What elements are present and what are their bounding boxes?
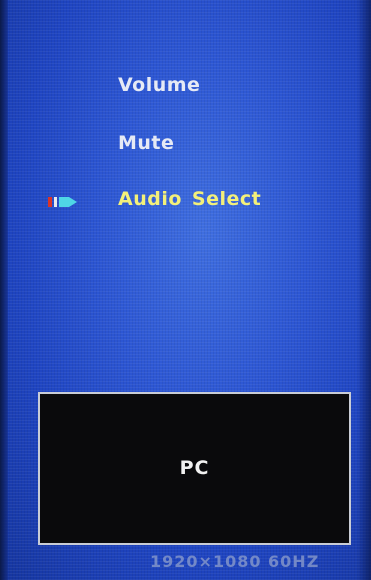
menu-item-volume[interactable]: Volume (118, 74, 200, 96)
bezel-left (0, 0, 8, 580)
menu-item-audio-select[interactable]: Audio Select (118, 188, 261, 210)
bezel-right (357, 0, 371, 580)
menu-item-label: Volume (118, 74, 201, 96)
input-source-panel: PC (38, 392, 351, 545)
menu-item-label: Mute (118, 132, 175, 154)
menu-item-label-part2: Select (191, 188, 262, 210)
osd-screen: Volume Mute Audio Select PC 1920×1080 60H… (0, 0, 371, 580)
arrow-right-icon (48, 197, 77, 207)
resolution-readout: 1920×1080 60HZ (150, 552, 320, 571)
input-source-label: PC (179, 457, 210, 479)
menu-item-mute[interactable]: Mute (118, 132, 174, 154)
menu-item-label-part1: Audio (118, 188, 182, 210)
